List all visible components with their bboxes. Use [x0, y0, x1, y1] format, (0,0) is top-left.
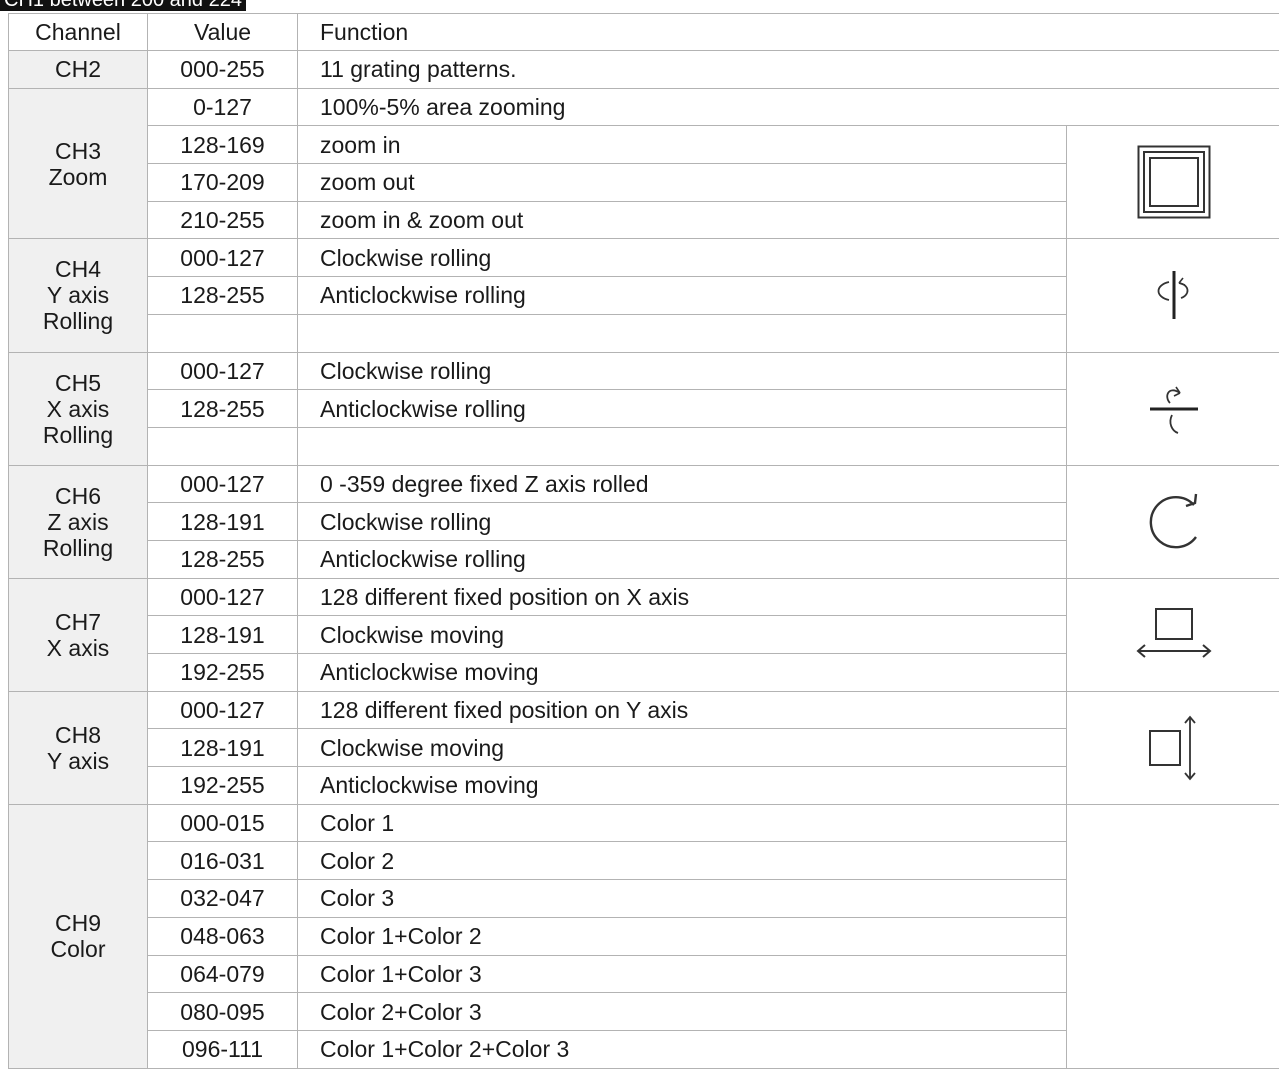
icon-cell-color [1066, 803, 1279, 1069]
function-cell: Color 2+Color 3 [297, 992, 1067, 1031]
value-cell: 210-255 [147, 200, 298, 240]
function-cell: Color 1+Color 2 [297, 916, 1067, 956]
function-cell: Clockwise rolling [297, 238, 1067, 278]
value-cell: 128-255 [147, 276, 298, 315]
channel-cell-ch7: CH7 X axis [8, 577, 148, 692]
table-row: CH7 X axis 000-127 128 different fixed p… [8, 577, 1279, 692]
function-cell: zoom in & zoom out [297, 200, 1067, 240]
function-cell: Clockwise rolling [297, 351, 1067, 391]
top-caption-text: CH1 between 200 and 224 [4, 0, 242, 11]
x-axis-move-icon [1135, 607, 1212, 658]
table-row: CH9 Color 000-015 Color 1 [8, 803, 1279, 1069]
function-cell: Color 1+Color 2+Color 3 [297, 1029, 1067, 1069]
zoom-squares-icon [1137, 145, 1210, 219]
value-cell: 128-255 [147, 539, 298, 579]
function-cell: Color 1 [297, 803, 1067, 843]
function-cell: Anticlockwise moving [297, 766, 1067, 805]
icon-cell-x-move [1066, 577, 1279, 692]
icon-cell-y-roll [1066, 238, 1279, 353]
y-axis-move-icon [1148, 715, 1196, 781]
dmx-channel-table: Channel Value Function CH2 000-255 11 gr… [8, 13, 1279, 1069]
value-cell: 016-031 [147, 841, 298, 881]
y-axis-rotation-icon [1157, 271, 1188, 320]
function-cell: Anticlockwise rolling [297, 276, 1067, 315]
value-cell: 064-079 [147, 954, 298, 994]
value-cell: 096-111 [147, 1029, 298, 1069]
function-cell: zoom in [297, 125, 1067, 165]
top-caption: CH1 between 200 and 224 [0, 0, 246, 11]
value-cell: 192-255 [147, 766, 298, 805]
function-cell [297, 313, 1067, 353]
channel-cell-ch3: CH3 Zoom [8, 87, 148, 240]
header-function: Function [297, 13, 1279, 51]
channel-cell-ch8: CH8 Y axis [8, 690, 148, 805]
value-cell: 0-127 [147, 87, 298, 127]
header-value: Value [147, 13, 298, 51]
x-axis-rotation-icon [1149, 386, 1198, 434]
table-row: CH2 000-255 11 grating patterns. [8, 50, 1279, 89]
z-axis-rotation-icon [1149, 493, 1197, 548]
function-cell: Anticlockwise rolling [297, 539, 1067, 579]
value-cell: 048-063 [147, 916, 298, 956]
value-cell: 000-127 [147, 464, 298, 504]
function-cell: zoom out [297, 163, 1067, 202]
icon-cell-y-move [1066, 690, 1279, 805]
channel-cell-ch4: CH4 Y axis Rolling [8, 238, 148, 353]
value-cell: 000-127 [147, 690, 298, 730]
table-row: CH5 X axis Rolling 000-127 Clockwise rol… [8, 351, 1279, 466]
function-cell: 0 -359 degree fixed Z axis rolled [297, 464, 1067, 504]
value-cell: 000-127 [147, 351, 298, 391]
value-cell [147, 313, 298, 353]
function-cell: 128 different fixed position on X axis [297, 577, 1067, 617]
value-cell: 080-095 [147, 992, 298, 1031]
function-cell: Anticlockwise moving [297, 653, 1067, 692]
function-cell: Clockwise rolling [297, 502, 1067, 541]
function-cell: Color 3 [297, 879, 1067, 918]
function-cell: Color 2 [297, 841, 1067, 881]
function-cell: Clockwise moving [297, 615, 1067, 654]
function-cell [297, 426, 1067, 466]
function-cell: 100%-5% area zooming [297, 87, 1279, 127]
value-cell: 128-255 [147, 389, 298, 428]
function-cell: Anticlockwise rolling [297, 389, 1067, 428]
value-cell: 128-191 [147, 615, 298, 654]
table-row: CH8 Y axis 000-127 128 different fixed p… [8, 690, 1279, 805]
function-cell: Clockwise moving [297, 728, 1067, 768]
channel-cell-ch9: CH9 Color [8, 803, 148, 1069]
table-row: 128-169 zoom in [9, 125, 1279, 240]
value-cell: 192-255 [147, 653, 298, 692]
table-row: CH6 Z axis Rolling 000-127 0 -359 degree… [8, 464, 1279, 579]
channel-cell-ch5: CH5 X axis Rolling [8, 351, 148, 466]
table-row: CH3 Zoom 0-127 100%-5% area zooming [8, 87, 1279, 240]
value-cell: 170-209 [147, 163, 298, 202]
header-row: Channel Value Function [8, 13, 1279, 51]
header-channel: Channel [8, 13, 148, 51]
icon-cell-x-roll [1066, 351, 1279, 466]
value-cell: 128-169 [147, 125, 298, 165]
channel-cell-ch6: CH6 Z axis Rolling [8, 464, 148, 579]
function-cell: 11 grating patterns. [297, 50, 1279, 89]
value-cell: 032-047 [147, 879, 298, 918]
table-row: CH4 Y axis Rolling 000-127 Clockwise rol… [8, 238, 1279, 353]
value-cell: 000-255 [147, 50, 298, 89]
icon-cell-z-roll [1066, 464, 1279, 579]
value-cell: 128-191 [147, 728, 298, 768]
value-cell [147, 426, 298, 466]
function-cell: 128 different fixed position on Y axis [297, 690, 1067, 730]
icon-cell-zoom [1066, 125, 1279, 240]
function-cell: Color 1+Color 3 [297, 954, 1067, 994]
value-cell: 000-015 [147, 803, 298, 843]
value-cell: 128-191 [147, 502, 298, 541]
channel-cell-ch2: CH2 [8, 50, 148, 89]
value-cell: 000-127 [147, 238, 298, 278]
value-cell: 000-127 [147, 577, 298, 617]
